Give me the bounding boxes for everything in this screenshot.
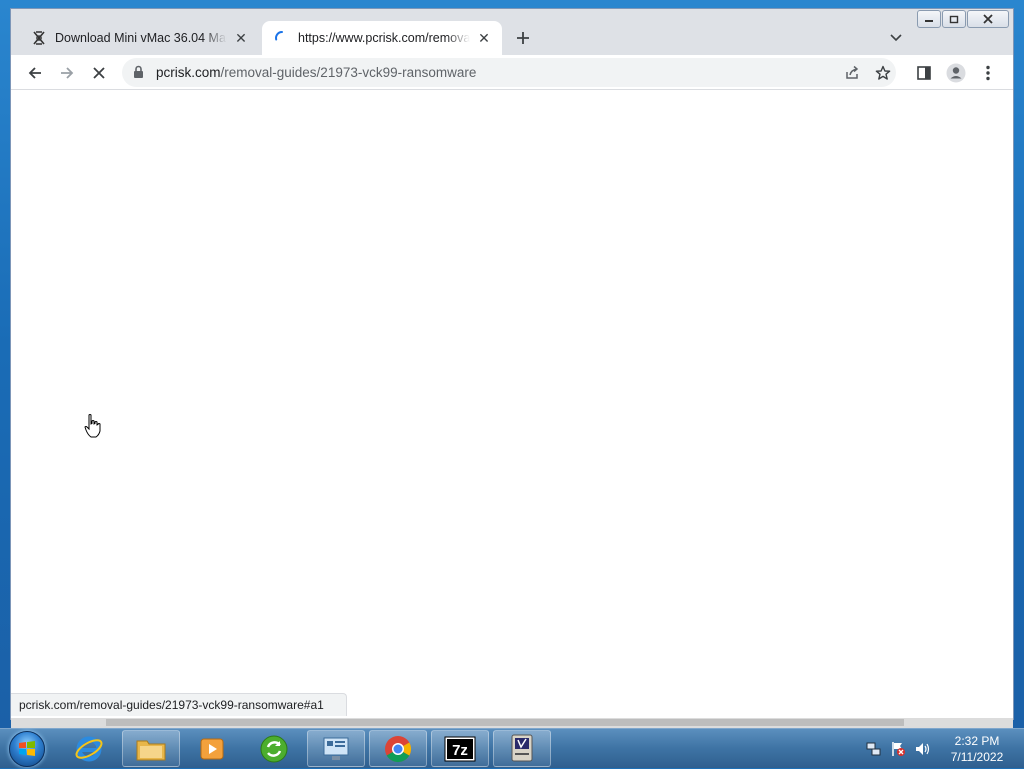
scrollbar-thumb[interactable] [106, 719, 904, 726]
taskbar: 7z 2:32 PM 7/11/2022 [0, 728, 1024, 768]
tab-pcrisk[interactable]: https://www.pcrisk.com/removal-guides/21… [262, 21, 502, 55]
windows-logo-icon [9, 731, 45, 767]
profile-button[interactable] [942, 59, 970, 87]
loading-spinner-icon [274, 30, 290, 46]
back-arrow-icon [28, 67, 41, 79]
page-content[interactable]: pcrisk.com/removal-guides/21973-vck99-ra… [11, 90, 1013, 719]
restore-button[interactable] [942, 10, 966, 28]
forward-arrow-icon [61, 67, 74, 79]
window-controls [916, 10, 1009, 28]
minivmac-favicon-icon [31, 30, 47, 46]
taskbar-sync-center[interactable] [245, 730, 303, 767]
taskbar-internet-explorer[interactable] [60, 730, 118, 767]
lock-icon[interactable] [133, 65, 144, 82]
share-button[interactable] [840, 61, 864, 85]
chrome-icon [385, 735, 412, 762]
system-tray: 2:32 PM 7/11/2022 [860, 729, 1024, 769]
side-panel-icon [917, 66, 931, 80]
minimize-button[interactable] [917, 10, 941, 28]
tab-strip: Download Mini vMac 36.04 Macintosh emula… [11, 9, 1013, 55]
tab-minivmac[interactable]: Download Mini vMac 36.04 Macintosh emula… [19, 21, 259, 55]
7zip-icon: 7z [444, 736, 476, 761]
clock-time: 2:32 PM [954, 734, 1000, 748]
restore-icon [949, 15, 959, 24]
side-panel-button[interactable] [910, 59, 938, 87]
taskbar-google-chrome[interactable] [369, 730, 427, 767]
new-tab-button[interactable] [511, 26, 535, 50]
mini-vmac-icon [511, 734, 533, 761]
stop-button[interactable] [85, 59, 113, 87]
bookmark-button[interactable] [871, 61, 895, 85]
back-button[interactable] [21, 59, 49, 87]
taskbar-control-panel[interactable] [307, 730, 365, 767]
star-icon [875, 65, 891, 80]
status-bubble: pcrisk.com/removal-guides/21973-vck99-ra… [11, 693, 347, 716]
share-icon [846, 65, 859, 79]
tab-close-icon[interactable]: ✕ [233, 30, 249, 46]
forward-button[interactable] [53, 59, 81, 87]
close-window-button[interactable] [967, 10, 1009, 28]
address-url: pcrisk.com/removal-guides/21973-vck99-ra… [156, 65, 476, 80]
internet-explorer-icon [75, 736, 103, 761]
folder-icon [136, 740, 166, 760]
volume-icon[interactable] [914, 741, 930, 757]
tab-search-button[interactable] [884, 26, 908, 50]
browser-toolbar: pcrisk.com/removal-guides/21973-vck99-ra… [11, 55, 1013, 90]
taskbar-file-explorer[interactable] [122, 730, 180, 767]
action-center-flag-icon[interactable] [890, 741, 906, 757]
taskbar-media-player[interactable] [183, 730, 241, 767]
close-icon [983, 14, 993, 24]
plus-icon [517, 32, 529, 44]
stop-loading-icon [93, 67, 105, 79]
hand-cursor-icon [84, 413, 102, 442]
taskbar-clock[interactable]: 2:32 PM 7/11/2022 [938, 733, 1016, 765]
url-host: pcrisk.com [156, 65, 221, 80]
network-icon[interactable] [866, 741, 882, 757]
tab-close-icon[interactable]: ✕ [476, 30, 492, 46]
chrome-window: Download Mini vMac 36.04 Macintosh emula… [10, 8, 1014, 728]
horizontal-scrollbar[interactable] [11, 718, 1013, 728]
sync-icon [260, 735, 288, 762]
start-button[interactable] [4, 730, 50, 768]
minimize-icon [925, 20, 933, 22]
svg-text:7z: 7z [452, 742, 468, 759]
clock-date: 7/11/2022 [950, 750, 1004, 764]
menu-button[interactable] [974, 59, 1002, 87]
profile-icon [946, 63, 966, 83]
kebab-menu-icon [986, 65, 990, 81]
taskbar-mini-vmac[interactable] [493, 730, 551, 767]
tab-title: https://www.pcrisk.com/removal-guides/21… [298, 31, 470, 45]
chevron-down-icon [890, 34, 902, 42]
media-player-icon [200, 738, 224, 759]
control-panel-icon [323, 737, 349, 760]
taskbar-7zip[interactable]: 7z [431, 730, 489, 767]
address-bar[interactable]: pcrisk.com/removal-guides/21973-vck99-ra… [122, 58, 896, 87]
tab-title: Download Mini vMac 36.04 Macintosh emula… [55, 31, 227, 45]
url-path: /removal-guides/21973-vck99-ransomware [220, 65, 477, 80]
